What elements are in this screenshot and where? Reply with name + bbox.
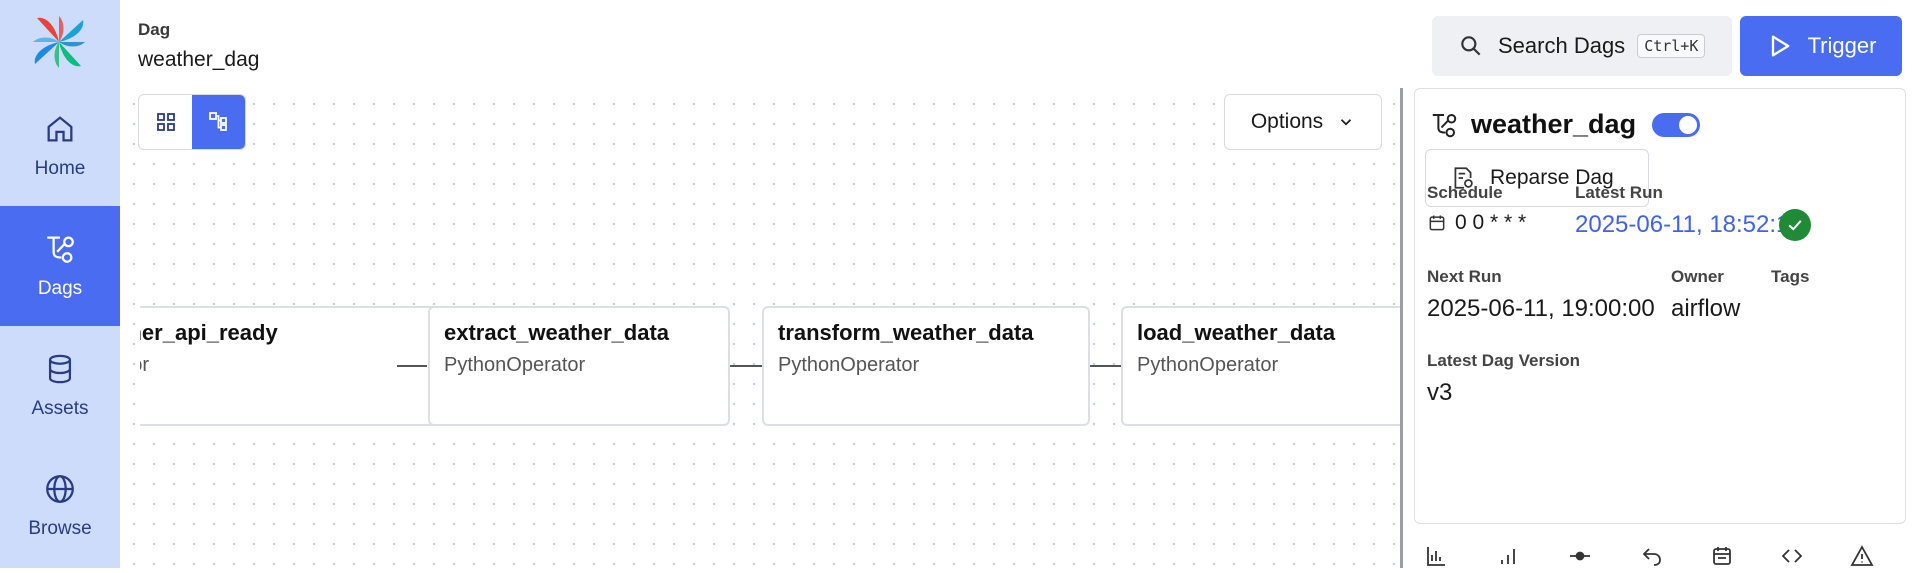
grid-view-button[interactable] bbox=[139, 95, 192, 149]
dags-icon bbox=[1432, 113, 1457, 137]
schedule-value: 0 0 * * * bbox=[1427, 211, 1526, 235]
task-edge bbox=[397, 365, 427, 367]
signal-icon[interactable] bbox=[1496, 544, 1520, 568]
search-dags-button[interactable]: Search Dags Ctrl+K bbox=[1432, 16, 1732, 76]
panel-tabs bbox=[1414, 540, 1906, 568]
toggle-knob bbox=[1679, 115, 1698, 134]
side-nav: Home Dags Assets Browse bbox=[0, 0, 120, 568]
task-node[interactable]: transform_weather_data PythonOperator bbox=[762, 306, 1090, 426]
next-run-label: Next Run bbox=[1427, 267, 1502, 286]
play-icon bbox=[1771, 35, 1789, 57]
dag-details-panel: weather_dag Reparse Dag Schedule Latest … bbox=[1414, 88, 1906, 524]
code-icon[interactable] bbox=[1780, 544, 1804, 568]
undo-icon[interactable] bbox=[1640, 544, 1664, 568]
keyboard-shortcut: Ctrl+K bbox=[1637, 34, 1706, 58]
calendar-icon[interactable] bbox=[1710, 544, 1734, 568]
nav-item-dags[interactable]: Dags bbox=[0, 206, 120, 326]
chevron-down-icon bbox=[1341, 119, 1352, 126]
latest-run-link[interactable]: 2025-06-11, 18:52:17 bbox=[1575, 211, 1803, 239]
trigger-label: Trigger bbox=[1807, 33, 1877, 58]
view-toggle bbox=[138, 94, 246, 150]
breadcrumb-label: Dag bbox=[138, 20, 171, 39]
assets-icon bbox=[48, 354, 72, 384]
graph-view-button[interactable] bbox=[192, 95, 245, 149]
task-title: load_weather_data bbox=[1137, 320, 1336, 345]
task-title: transform_weather_data bbox=[778, 320, 1034, 345]
grid-icon bbox=[156, 113, 175, 131]
home-icon bbox=[47, 116, 73, 142]
schedule-label: Schedule bbox=[1427, 183, 1503, 202]
dag-version-label: Latest Dag Version bbox=[1427, 351, 1581, 370]
dag-name: weather_dag bbox=[1471, 109, 1637, 139]
globe-icon bbox=[46, 475, 74, 503]
tags-label: Tags bbox=[1771, 267, 1810, 286]
task-node[interactable]: extract_weather_data PythonOperator bbox=[428, 306, 730, 426]
options-button[interactable]: Options bbox=[1224, 94, 1382, 150]
owner-value: airflow bbox=[1671, 295, 1741, 322]
task-operator: PythonOperator bbox=[778, 354, 920, 376]
calendar-icon bbox=[1429, 215, 1445, 231]
graph-viewport: is_weather_api_ready HttpSensor extract_… bbox=[140, 300, 1400, 440]
panel-resize-handle[interactable] bbox=[1400, 88, 1403, 568]
schedule-cron: 0 0 * * * bbox=[1455, 211, 1527, 234]
trigger-button[interactable]: Trigger bbox=[1740, 16, 1902, 76]
nav-item-assets[interactable]: Assets bbox=[0, 326, 120, 446]
task-title: extract_weather_data bbox=[444, 320, 670, 345]
pause-toggle[interactable] bbox=[1652, 112, 1701, 137]
options-label: Options bbox=[1250, 110, 1324, 133]
nav-item-label: Dags bbox=[37, 278, 83, 299]
airflow-logo-icon[interactable] bbox=[31, 14, 87, 70]
search-icon bbox=[1461, 36, 1481, 56]
task-operator: PythonOperator bbox=[444, 354, 586, 376]
dags-icon bbox=[47, 236, 74, 263]
warning-icon[interactable] bbox=[1850, 544, 1874, 568]
nav-item-label: Assets bbox=[31, 398, 89, 419]
page-title: weather_dag bbox=[138, 48, 260, 71]
nav-item-browse[interactable]: Browse bbox=[0, 446, 120, 566]
owner-label: Owner bbox=[1671, 267, 1724, 286]
task-edge bbox=[730, 365, 763, 367]
task-edge bbox=[1090, 365, 1122, 367]
task-node[interactable]: load_weather_data PythonOperator bbox=[1121, 306, 1400, 426]
panel-header: weather_dag bbox=[1429, 109, 1701, 140]
bar-chart-icon[interactable] bbox=[1424, 544, 1448, 568]
search-label: Search Dags bbox=[1498, 33, 1626, 58]
dag-version-value: v3 bbox=[1427, 379, 1453, 406]
success-status-icon bbox=[1779, 209, 1811, 241]
nav-item-label: Home bbox=[34, 158, 86, 179]
task-operator: PythonOperator bbox=[1137, 354, 1279, 376]
latest-run-label: Latest Run bbox=[1575, 183, 1663, 202]
commit-icon[interactable] bbox=[1568, 544, 1592, 568]
next-run-value: 2025-06-11, 19:00:00 bbox=[1427, 295, 1655, 322]
nav-item-label: Browse bbox=[28, 518, 92, 539]
graph-view-icon bbox=[208, 112, 227, 131]
nav-item-home[interactable]: Home bbox=[0, 86, 120, 206]
